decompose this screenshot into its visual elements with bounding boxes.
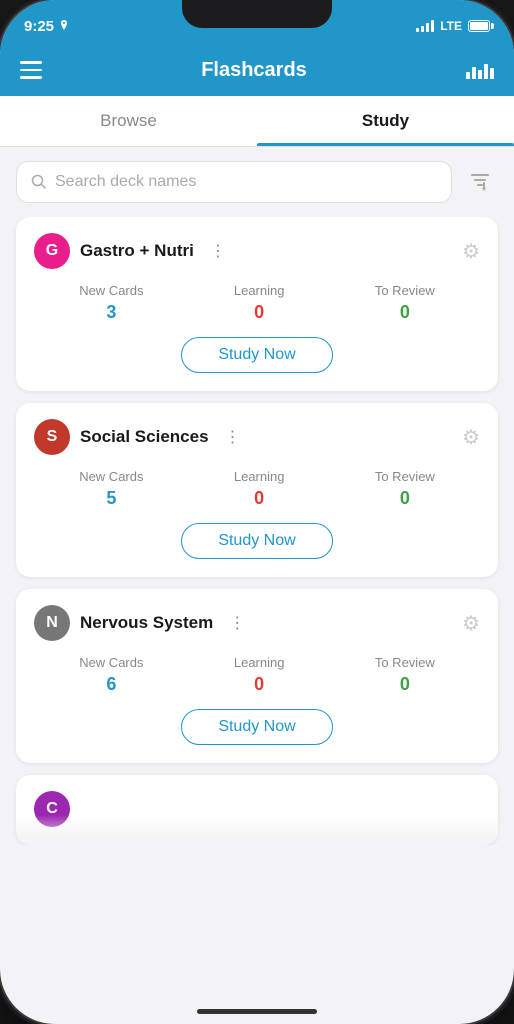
app-title: Flashcards — [201, 59, 307, 82]
deck-name-social: Social Sciences — [80, 427, 209, 447]
deck-more-gastro[interactable]: ⋮ — [210, 241, 226, 261]
learning-value-gastro: 0 — [254, 302, 264, 323]
deck-card-partial: C — [16, 775, 498, 845]
status-time: 9:25 — [24, 18, 69, 35]
deck-more-nervous[interactable]: ⋮ — [229, 613, 245, 633]
tab-study[interactable]: Study — [257, 96, 514, 146]
time-display: 9:25 — [24, 18, 54, 35]
menu-button[interactable] — [20, 61, 42, 79]
new-cards-value-gastro: 3 — [106, 302, 116, 323]
search-placeholder: Search deck names — [55, 173, 196, 191]
deck-settings-social[interactable]: ⚙ — [462, 425, 480, 450]
status-icons: LTE — [416, 19, 490, 33]
phone-screen: 9:25 LTE — [0, 0, 514, 1024]
deck-avatar-social: S — [34, 419, 70, 455]
lte-label: LTE — [440, 19, 462, 33]
to-review-value-gastro: 0 — [400, 302, 410, 323]
study-now-button-social[interactable]: Study Now — [181, 523, 332, 559]
home-indicator — [197, 1009, 317, 1014]
deck-avatar-partial: C — [34, 791, 70, 827]
study-now-button-nervous[interactable]: Study Now — [181, 709, 332, 745]
deck-avatar-gastro: G — [34, 233, 70, 269]
deck-avatar-nervous: N — [34, 605, 70, 641]
deck-card-social: S Social Sciences ⋮ ⚙ New Cards 5 Learni… — [16, 403, 498, 577]
deck-more-social[interactable]: ⋮ — [225, 427, 241, 447]
stats-button[interactable] — [466, 61, 494, 79]
phone-frame: 9:25 LTE — [0, 0, 514, 1024]
deck-card-gastro: G Gastro + Nutri ⋮ ⚙ New Cards 3 Learnin… — [16, 217, 498, 391]
new-cards-label: New Cards — [79, 283, 143, 298]
deck-settings-gastro[interactable]: ⚙ — [462, 239, 480, 264]
deck-stats-nervous: New Cards 6 Learning 0 To Review 0 — [34, 655, 480, 695]
deck-name-gastro: Gastro + Nutri — [80, 241, 194, 261]
battery-icon — [468, 20, 490, 32]
to-review-value-social: 0 — [400, 488, 410, 509]
learning-value-nervous: 0 — [254, 674, 264, 695]
search-bar[interactable]: Search deck names — [16, 161, 452, 203]
search-area: Search deck names — [0, 147, 514, 217]
app-header: Flashcards — [0, 44, 514, 96]
learning-value-social: 0 — [254, 488, 264, 509]
deck-settings-nervous[interactable]: ⚙ — [462, 611, 480, 636]
study-now-button-gastro[interactable]: Study Now — [181, 337, 332, 373]
new-cards-value-social: 5 — [106, 488, 116, 509]
sort-filter-icon — [469, 171, 491, 193]
new-cards-value-nervous: 6 — [106, 674, 116, 695]
tab-browse[interactable]: Browse — [0, 96, 257, 146]
filter-button[interactable] — [462, 164, 498, 200]
to-review-value-nervous: 0 — [400, 674, 410, 695]
deck-name-nervous: Nervous System — [80, 613, 213, 633]
tabs-container: Browse Study — [0, 96, 514, 147]
notch — [182, 0, 332, 28]
deck-stats-social: New Cards 5 Learning 0 To Review 0 — [34, 469, 480, 509]
location-icon — [59, 20, 69, 32]
deck-stats-gastro: New Cards 3 Learning 0 To Review 0 — [34, 283, 480, 323]
to-review-label: To Review — [375, 283, 435, 298]
search-icon — [31, 174, 47, 190]
decks-list: G Gastro + Nutri ⋮ ⚙ New Cards 3 Learnin… — [0, 217, 514, 845]
learning-label: Learning — [234, 283, 285, 298]
deck-card-nervous: N Nervous System ⋮ ⚙ New Cards 6 Learnin… — [16, 589, 498, 763]
signal-icon — [416, 20, 434, 32]
